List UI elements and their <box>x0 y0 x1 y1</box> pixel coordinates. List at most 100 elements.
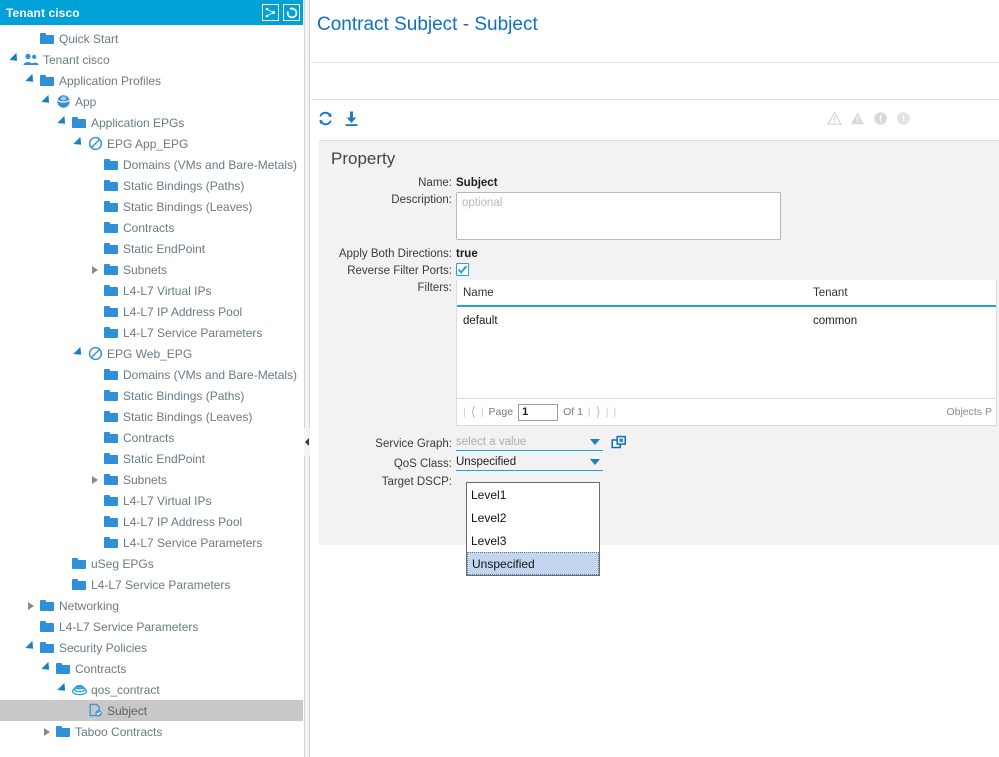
tree-item[interactable]: L4-L7 Virtual IPs <box>0 490 303 511</box>
download-icon[interactable] <box>343 110 360 127</box>
tree-scroll-container[interactable]: Quick Start Tenant cisco Application Profi… <box>0 25 303 757</box>
filters-table-pagination: | ⟨ | Page Of 1 | ⟩ | | Objects P <box>457 398 996 425</box>
service-graph-select[interactable]: select a value <box>456 434 603 451</box>
tree-item[interactable]: EPG Web_EPG <box>0 343 303 364</box>
checkmark-icon <box>457 265 468 274</box>
tree-item[interactable]: Subnets <box>0 259 303 280</box>
tree-item-label: L4-L7 Virtual IPs <box>123 283 212 298</box>
reverse-filter-ports-checkbox[interactable] <box>456 263 469 276</box>
dropdown-option[interactable]: Level3 <box>467 529 599 552</box>
tree-item[interactable]: Contracts <box>0 217 303 238</box>
column-header-tenant[interactable]: Tenant <box>813 287 996 299</box>
warning-outline-icon[interactable] <box>827 110 842 126</box>
dropdown-option[interactable]: Level2 <box>467 506 599 529</box>
twisty-expanded-icon[interactable] <box>24 637 38 658</box>
tree-item[interactable]: uSeg EPGs <box>0 553 303 574</box>
tree-item[interactable]: L4-L7 Virtual IPs <box>0 280 303 301</box>
tree-item-label: Contracts <box>75 661 127 676</box>
tree-item-label: L4-L7 Service Parameters <box>123 535 263 550</box>
tree-item[interactable]: Application Profiles <box>0 70 303 91</box>
qos-class-dropdown-list[interactable]: Level1 Level2 Level3 Unspecified <box>466 482 600 576</box>
twisty-collapsed-icon[interactable] <box>88 259 102 280</box>
twisty-collapsed-icon[interactable] <box>40 721 54 742</box>
topology-icon[interactable] <box>262 4 279 21</box>
tree-item[interactable]: App <box>0 91 303 112</box>
twisty-expanded-icon[interactable] <box>56 679 70 700</box>
table-row[interactable]: default common <box>457 307 996 334</box>
twisty-expanded-icon[interactable] <box>72 133 86 154</box>
refresh-icon[interactable] <box>317 110 334 127</box>
qos-class-label: QoS Class: <box>393 457 452 470</box>
error-filled-icon[interactable] <box>873 111 888 126</box>
filters-table-body: default common <box>457 307 996 398</box>
tree-item-label: Static Bindings (Leaves) <box>123 199 253 214</box>
twisty-expanded-icon[interactable] <box>72 343 86 364</box>
folder-icon <box>38 637 56 658</box>
folder-icon <box>102 532 120 553</box>
description-input[interactable] <box>456 192 781 240</box>
status-icon-group <box>827 110 991 126</box>
tree-item[interactable]: Static Bindings (Paths) <box>0 175 303 196</box>
tree-item[interactable]: Static EndPoint <box>0 448 303 469</box>
folder-icon <box>102 238 120 259</box>
tree-item[interactable]: Networking <box>0 595 303 616</box>
tree-item[interactable]: Contracts <box>0 427 303 448</box>
twisty-placeholder <box>88 301 102 322</box>
tree-item[interactable]: L4-L7 Service Parameters <box>0 322 303 343</box>
tree-item[interactable]: Security Policies <box>0 637 303 658</box>
tree-item[interactable]: EPG App_EPG <box>0 133 303 154</box>
tree-item[interactable]: qos_contract <box>0 679 303 700</box>
tree-item[interactable]: L4-L7 IP Address Pool <box>0 511 303 532</box>
page-title: Contract Subject - Subject <box>317 14 538 35</box>
navigation-sidebar: Tenant cisco Quick Start Tenant cisco Ap… <box>0 0 303 757</box>
tree-item[interactable]: Taboo Contracts <box>0 721 303 742</box>
folder-icon <box>102 385 120 406</box>
twisty-expanded-icon[interactable] <box>8 49 22 70</box>
tree-item[interactable]: L4-L7 Service Parameters <box>0 574 303 595</box>
property-row-reverse-filter: Reverse Filter Ports: <box>319 263 999 277</box>
twisty-collapsed-icon[interactable] <box>24 595 38 616</box>
tree-item-label: Static EndPoint <box>123 451 206 466</box>
tree-item[interactable]: L4-L7 Service Parameters <box>0 532 303 553</box>
refresh-icon[interactable] <box>283 4 300 21</box>
folder-icon <box>102 490 120 511</box>
tree-item[interactable]: L4-L7 Service Parameters <box>0 616 303 637</box>
tree-item[interactable]: Subnets <box>0 469 303 490</box>
tree-item-label: Static Bindings (Paths) <box>123 178 245 193</box>
qos-class-select[interactable]: Unspecified <box>456 454 603 471</box>
tree-item-label: Static Bindings (Leaves) <box>123 409 253 424</box>
twisty-collapsed-icon[interactable] <box>88 469 102 490</box>
page-number-input[interactable] <box>518 403 559 421</box>
page-header: Contract Subject - Subject <box>311 0 999 62</box>
open-in-new-window-icon[interactable] <box>611 435 627 451</box>
objects-per-page-label[interactable]: Objects P <box>946 406 992 418</box>
tree-item[interactable]: Domains (VMs and Bare-Metals) <box>0 154 303 175</box>
info-filled-icon[interactable] <box>896 111 911 126</box>
tree-item[interactable]: Tenant cisco <box>0 49 303 70</box>
tree-item-selected[interactable]: Subject <box>0 700 303 721</box>
twisty-expanded-icon[interactable] <box>40 91 54 112</box>
filters-table: Name Tenant default common | ⟨ | Page Of … <box>456 280 997 426</box>
warning-filled-icon[interactable] <box>850 111 865 126</box>
tree-item[interactable]: L4-L7 IP Address Pool <box>0 301 303 322</box>
tree-item[interactable]: Domains (VMs and Bare-Metals) <box>0 364 303 385</box>
tree-item[interactable]: Static Bindings (Leaves) <box>0 406 303 427</box>
folder-icon <box>70 574 88 595</box>
previous-page-button[interactable]: ⟨ <box>471 404 476 420</box>
dropdown-option[interactable]: Level1 <box>467 483 599 506</box>
property-row-target-dscp: Target DSCP: <box>319 474 999 488</box>
twisty-expanded-icon[interactable] <box>40 658 54 679</box>
column-header-name[interactable]: Name <box>463 287 813 299</box>
twisty-expanded-icon[interactable] <box>56 112 70 133</box>
twisty-expanded-icon[interactable] <box>24 70 38 91</box>
dropdown-option[interactable]: Unspecified <box>467 552 599 575</box>
sidebar-collapse-handle[interactable] <box>304 428 310 456</box>
tree-item[interactable]: Static EndPoint <box>0 238 303 259</box>
tree-item[interactable]: Static Bindings (Leaves) <box>0 196 303 217</box>
next-page-button[interactable]: ⟩ <box>596 404 601 420</box>
twisty-placeholder <box>88 217 102 238</box>
tree-item[interactable]: Static Bindings (Paths) <box>0 385 303 406</box>
tree-item[interactable]: Contracts <box>0 658 303 679</box>
tree-item[interactable]: Quick Start <box>0 28 303 49</box>
tree-item[interactable]: Application EPGs <box>0 112 303 133</box>
